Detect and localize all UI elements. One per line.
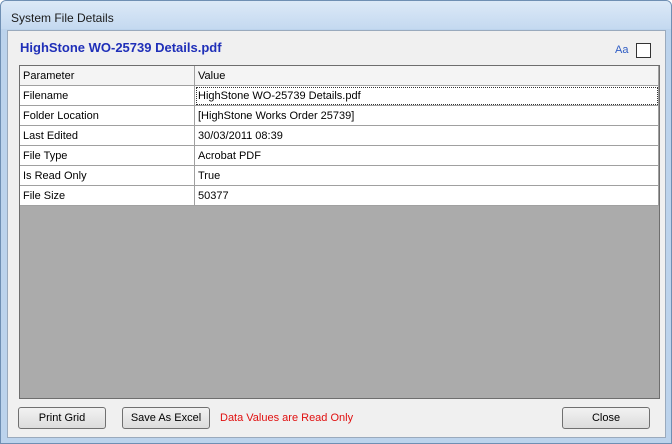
details-table: Parameter Value Filename HighStone WO-25… bbox=[20, 66, 659, 206]
print-grid-button[interactable]: Print Grid bbox=[18, 407, 106, 429]
table-row[interactable]: File Type Acrobat PDF bbox=[20, 145, 659, 166]
save-as-excel-button[interactable]: Save As Excel bbox=[122, 407, 210, 429]
window-title: System File Details bbox=[11, 11, 114, 25]
row-parameter-folder-location[interactable]: Folder Location bbox=[20, 105, 195, 126]
row-value-read-only[interactable]: True bbox=[194, 165, 659, 186]
close-button[interactable]: Close bbox=[562, 407, 650, 429]
row-value-last-edited[interactable]: 30/03/2011 08:39 bbox=[194, 125, 659, 146]
grid-header-row: Parameter Value bbox=[20, 66, 659, 86]
title-bar[interactable]: System File Details bbox=[1, 1, 671, 29]
table-row[interactable]: File Size 50377 bbox=[20, 185, 659, 206]
row-value-folder-location[interactable]: [HighStone Works Order 25739] bbox=[194, 105, 659, 126]
font-size-icon[interactable]: Aa bbox=[615, 44, 628, 56]
row-parameter-file-size[interactable]: File Size bbox=[20, 185, 195, 206]
column-header-value[interactable]: Value bbox=[194, 66, 659, 86]
table-row[interactable]: Filename HighStone WO-25739 Details.pdf bbox=[20, 85, 659, 106]
row-parameter-last-edited[interactable]: Last Edited bbox=[20, 125, 195, 146]
row-parameter-read-only[interactable]: Is Read Only bbox=[20, 165, 195, 186]
table-row[interactable]: Is Read Only True bbox=[20, 165, 659, 186]
details-grid: Parameter Value Filename HighStone WO-25… bbox=[19, 65, 660, 399]
font-toggle-checkbox[interactable] bbox=[636, 43, 651, 58]
row-value-file-type[interactable]: Acrobat PDF bbox=[194, 145, 659, 166]
dialog-body: HighStone WO-25739 Details.pdf Aa Parame… bbox=[7, 30, 666, 438]
row-parameter-file-type[interactable]: File Type bbox=[20, 145, 195, 166]
table-row[interactable]: Folder Location [HighStone Works Order 2… bbox=[20, 105, 659, 126]
document-title: HighStone WO-25739 Details.pdf bbox=[20, 40, 222, 55]
row-value-file-size[interactable]: 50377 bbox=[194, 185, 659, 206]
row-parameter-filename[interactable]: Filename bbox=[20, 85, 195, 106]
row-value-filename[interactable]: HighStone WO-25739 Details.pdf bbox=[194, 85, 659, 106]
read-only-status: Data Values are Read Only bbox=[220, 412, 354, 424]
column-header-parameter[interactable]: Parameter bbox=[20, 66, 195, 86]
table-row[interactable]: Last Edited 30/03/2011 08:39 bbox=[20, 125, 659, 146]
file-details-window: System File Details HighStone WO-25739 D… bbox=[0, 0, 672, 444]
